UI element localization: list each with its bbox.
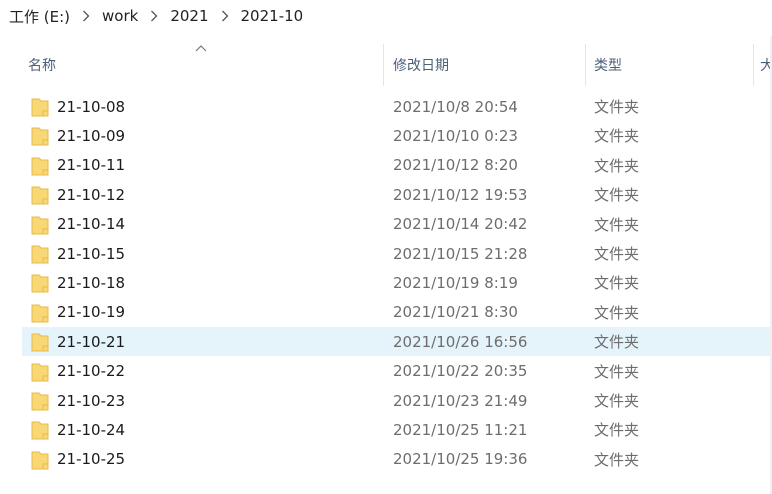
file-type: 文件夹	[594, 362, 640, 381]
folder-icon	[31, 421, 49, 440]
file-date-modified: 2021/10/25 11:21	[393, 420, 528, 439]
folder-icon	[31, 392, 49, 411]
breadcrumb: 工作 (E:) work 2021 2021-10	[0, 0, 772, 32]
file-name: 21-10-23	[57, 391, 126, 410]
folder-icon	[31, 363, 49, 382]
file-date-modified: 2021/10/22 20:35	[393, 362, 528, 381]
file-date-modified: 2021/10/10 0:23	[393, 126, 518, 145]
file-date-modified: 2021/10/12 8:20	[393, 156, 518, 175]
file-name: 21-10-15	[57, 244, 126, 263]
chevron-right-icon[interactable]	[73, 10, 99, 22]
breadcrumb-item-work[interactable]: work	[99, 5, 141, 27]
file-type: 文件夹	[594, 98, 640, 116]
breadcrumb-item-2021-10[interactable]: 2021-10	[238, 5, 307, 27]
file-name: 21-10-18	[57, 273, 126, 292]
folder-icon	[31, 186, 49, 205]
file-row[interactable]: 21-10-23 2021/10/23 21:49 文件夹	[22, 386, 770, 415]
file-name: 21-10-25	[57, 450, 126, 469]
folder-icon	[31, 274, 49, 293]
file-type: 文件夹	[594, 215, 640, 234]
column-divider[interactable]	[753, 44, 754, 86]
file-row[interactable]: 21-10-14 2021/10/14 20:42 文件夹	[22, 210, 770, 239]
file-type: 文件夹	[594, 421, 640, 440]
file-name: 21-10-19	[57, 303, 126, 322]
file-row[interactable]: 21-10-19 2021/10/21 8:30 文件夹	[22, 298, 770, 327]
file-date-modified: 2021/10/21 8:30	[393, 303, 518, 322]
file-type: 文件夹	[594, 333, 640, 352]
folder-icon	[31, 245, 49, 264]
file-name: 21-10-24	[57, 420, 126, 439]
file-date-modified: 2021/10/12 19:53	[393, 185, 528, 204]
file-name: 21-10-22	[57, 362, 126, 381]
file-name: 21-10-21	[57, 332, 126, 351]
file-row[interactable]: 21-10-24 2021/10/25 11:21 文件夹	[22, 415, 770, 444]
file-type: 文件夹	[594, 245, 640, 263]
column-header-name[interactable]: 名称	[28, 40, 383, 90]
breadcrumb-item-drive[interactable]: 工作 (E:)	[6, 4, 73, 29]
file-row[interactable]: 21-10-18 2021/10/19 8:19 文件夹	[22, 268, 770, 297]
file-type: 文件夹	[594, 392, 640, 410]
folder-icon	[31, 451, 49, 470]
file-name: 21-10-14	[57, 215, 126, 234]
folder-icon	[31, 98, 49, 117]
folder-icon	[31, 216, 49, 235]
file-row[interactable]: 21-10-12 2021/10/12 19:53 文件夹	[22, 180, 770, 209]
column-header-date-modified[interactable]: 修改日期	[393, 40, 583, 90]
breadcrumb-item-2021[interactable]: 2021	[167, 5, 211, 27]
chevron-right-icon[interactable]	[212, 10, 238, 22]
file-row[interactable]: 21-10-25 2021/10/25 19:36 文件夹	[22, 445, 770, 474]
file-type: 文件夹	[594, 303, 640, 322]
file-type: 文件夹	[594, 274, 640, 293]
column-header-type[interactable]: 类型	[594, 40, 744, 90]
folder-icon	[31, 304, 49, 323]
file-date-modified: 2021/10/15 21:28	[393, 244, 528, 263]
file-row[interactable]: 21-10-15 2021/10/15 21:28 文件夹	[22, 239, 770, 268]
chevron-right-icon[interactable]	[141, 10, 167, 22]
file-name: 21-10-09	[57, 126, 126, 145]
file-type: 文件夹	[594, 450, 640, 469]
file-date-modified: 2021/10/25 19:36	[393, 450, 528, 469]
folder-icon	[31, 127, 49, 146]
file-date-modified: 2021/10/19 8:19	[393, 273, 518, 292]
file-date-modified: 2021/10/14 20:42	[393, 215, 528, 234]
folder-icon	[31, 333, 49, 352]
file-type: 文件夹	[594, 156, 640, 175]
file-row[interactable]: 21-10-09 2021/10/10 0:23 文件夹	[22, 121, 770, 150]
file-row[interactable]: 21-10-11 2021/10/12 8:20 文件夹	[22, 151, 770, 180]
file-date-modified: 2021/10/23 21:49	[393, 391, 528, 410]
file-date-modified: 2021/10/26 16:56	[393, 332, 528, 351]
file-name: 21-10-12	[57, 185, 126, 204]
column-divider[interactable]	[383, 44, 384, 86]
folder-icon	[31, 157, 49, 176]
column-divider[interactable]	[585, 44, 586, 86]
file-name: 21-10-11	[57, 156, 126, 175]
file-type: 文件夹	[594, 127, 640, 146]
file-type: 文件夹	[594, 186, 640, 205]
file-row[interactable]: 21-10-08 2021/10/8 20:54 文件夹	[22, 92, 770, 121]
file-row[interactable]: 21-10-22 2021/10/22 20:35 文件夹	[22, 357, 770, 386]
file-date-modified: 2021/10/8 20:54	[393, 97, 518, 116]
file-name: 21-10-08	[57, 97, 126, 116]
file-row[interactable]: 21-10-21 2021/10/26 16:56 文件夹	[22, 327, 770, 357]
